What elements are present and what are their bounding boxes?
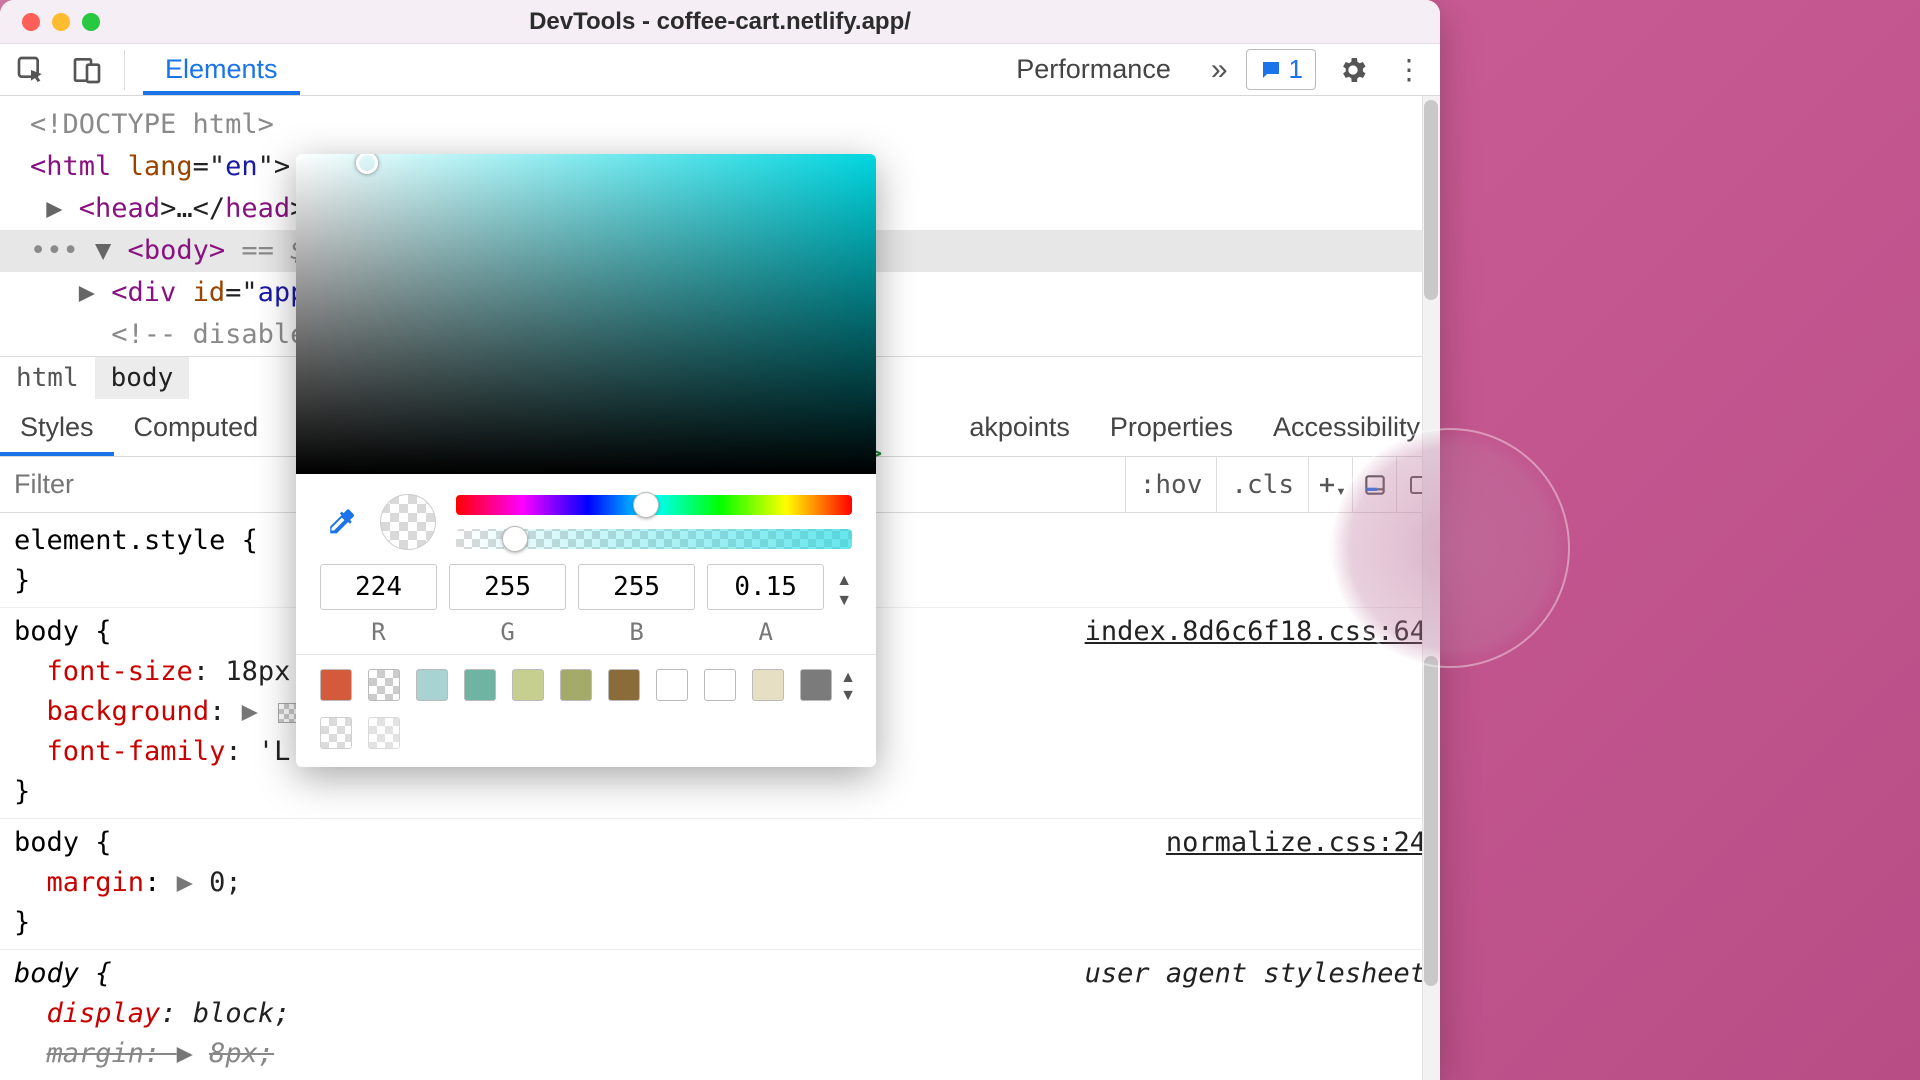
- subtab-computed[interactable]: Computed: [114, 399, 279, 456]
- alpha-thumb[interactable]: [502, 526, 528, 552]
- palette-swatch[interactable]: [416, 669, 448, 701]
- zoom-window-button[interactable]: [82, 13, 100, 31]
- hue-slider[interactable]: [456, 495, 852, 515]
- sv-cursor-icon[interactable]: [356, 154, 378, 174]
- devtools-window: DevTools - coffee-cart.netlify.app/ Elem…: [0, 0, 1440, 1080]
- issues-badge[interactable]: 1: [1246, 49, 1316, 90]
- devtools-toolbar: Elements Performance » 1 ⋮: [0, 44, 1440, 96]
- palette-swatch[interactable]: [752, 669, 784, 701]
- palette-swatch[interactable]: [704, 669, 736, 701]
- palette-swatch[interactable]: [800, 669, 832, 701]
- rule-body-normalize: normalize.css:24 body { margin: ▶ 0; }: [14, 823, 1426, 943]
- rgba-inputs: R G B A ▲▼: [296, 564, 876, 654]
- kebab-menu-icon[interactable]: ⋮: [1390, 51, 1428, 89]
- ua-label: user agent stylesheet: [1085, 954, 1426, 994]
- dom-head[interactable]: ▶ <head>…</head>: [0, 193, 306, 224]
- subtab-breakpoints[interactable]: akpoints: [949, 399, 1090, 456]
- dom-div-app[interactable]: ▶ <div id="app": [0, 277, 323, 308]
- window-title: DevTools - coffee-cart.netlify.app/: [529, 8, 911, 36]
- device-toolbar-icon[interactable]: [68, 51, 106, 89]
- b-input[interactable]: [578, 564, 695, 610]
- new-style-rule-icon[interactable]: ▼: [1308, 457, 1352, 512]
- cls-button[interactable]: .cls: [1216, 457, 1308, 512]
- palette-swatch[interactable]: [368, 669, 400, 701]
- dom-html[interactable]: <html lang="en">: [0, 151, 290, 182]
- saturation-value-area[interactable]: [296, 154, 876, 474]
- close-window-button[interactable]: [22, 13, 40, 31]
- palette-swatch[interactable]: [512, 669, 544, 701]
- panel-tabs: Elements: [143, 44, 300, 95]
- crumb-body[interactable]: body: [95, 357, 190, 399]
- tab-elements[interactable]: Elements: [143, 44, 300, 95]
- scrollbar-thumb[interactable]: [1424, 656, 1438, 986]
- computed-styles-icon[interactable]: [1352, 457, 1396, 512]
- subtab-accessibility[interactable]: Accessibility: [1253, 399, 1440, 456]
- issues-count: 1: [1289, 54, 1303, 85]
- alpha-slider[interactable]: [456, 529, 852, 549]
- r-input[interactable]: [320, 564, 437, 610]
- palette-swatch[interactable]: [560, 669, 592, 701]
- more-tabs-icon[interactable]: »: [1211, 53, 1228, 87]
- color-picker-popover: R G B A ▲▼: [296, 154, 876, 767]
- scrollbar[interactable]: [1422, 96, 1440, 1080]
- source-link[interactable]: normalize.css:24: [1166, 823, 1426, 863]
- minimize-window-button[interactable]: [52, 13, 70, 31]
- palette-swatch[interactable]: [464, 669, 496, 701]
- subtab-properties[interactable]: Properties: [1090, 399, 1253, 456]
- color-palette: ▲▼: [296, 654, 876, 767]
- tab-performance[interactable]: Performance: [994, 54, 1193, 85]
- current-color-swatch: [380, 494, 436, 550]
- color-mode-toggle[interactable]: ▲▼: [836, 564, 852, 610]
- traffic-lights: [22, 13, 100, 31]
- elements-panel: <!DOCTYPE html> <html lang="en"> ▶ <head…: [0, 96, 1440, 1080]
- palette-swatch[interactable]: [320, 669, 352, 701]
- palette-swatch[interactable]: [320, 717, 352, 749]
- crumb-html[interactable]: html: [0, 357, 95, 399]
- subtab-styles[interactable]: Styles: [0, 399, 114, 456]
- g-input[interactable]: [449, 564, 566, 610]
- dom-comment[interactable]: <!-- disable: [0, 319, 306, 350]
- inspect-element-icon[interactable]: [12, 51, 50, 89]
- main-area: <!DOCTYPE html> <html lang="en"> ▶ <head…: [0, 96, 1440, 1080]
- titlebar: DevTools - coffee-cart.netlify.app/: [0, 0, 1440, 44]
- palette-set-toggle[interactable]: ▲▼: [840, 669, 856, 705]
- rule-body-ua: user agent stylesheet body { display: bl…: [14, 954, 1426, 1074]
- palette-swatch[interactable]: [656, 669, 688, 701]
- palette-swatch[interactable]: [608, 669, 640, 701]
- palette-swatch[interactable]: [368, 717, 400, 749]
- scrollbar-thumb[interactable]: [1424, 100, 1438, 300]
- dom-doctype: <!DOCTYPE html>: [0, 109, 274, 140]
- eyedropper-icon[interactable]: [320, 502, 360, 542]
- settings-icon[interactable]: [1334, 51, 1372, 89]
- source-link[interactable]: index.8d6c6f18.css:64: [1085, 612, 1426, 652]
- hue-thumb[interactable]: [633, 492, 659, 518]
- a-input[interactable]: [707, 564, 824, 610]
- hov-button[interactable]: :hov: [1125, 457, 1217, 512]
